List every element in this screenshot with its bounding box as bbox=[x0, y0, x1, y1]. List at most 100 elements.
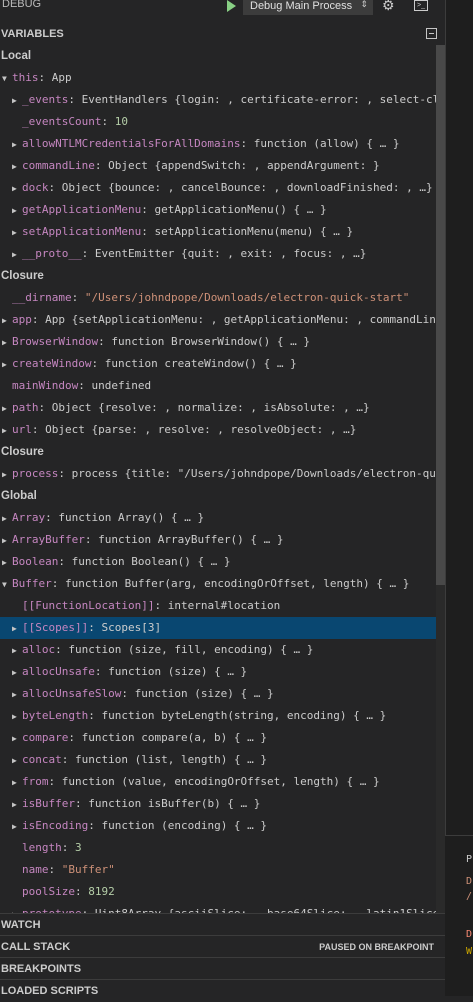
variable-name: [[Scopes]] bbox=[22, 621, 89, 634]
separator: : bbox=[38, 71, 52, 84]
variable-value: function Boolean() { … } bbox=[71, 555, 231, 568]
collapsed-twisty-icon[interactable]: ▶ bbox=[12, 750, 22, 771]
variable-row[interactable]: ▶ app: App {setApplicationMenu: , getAppl… bbox=[0, 309, 437, 331]
variable-row[interactable]: ▶ path: Object {resolve: , normalize: , i… bbox=[0, 397, 437, 419]
variable-row[interactable]: length: 3 bbox=[0, 837, 445, 859]
variable-row[interactable]: ▶ setApplicationMenu: setApplicationMenu(… bbox=[0, 221, 445, 243]
variable-row[interactable]: ▶ allocUnsafe: function (size) { … } bbox=[0, 661, 445, 683]
variable-row[interactable]: ▶ isEncoding: function (encoding) { … } bbox=[0, 815, 445, 837]
variable-row[interactable]: ▼ Buffer: function Buffer(arg, encodingOr… bbox=[0, 573, 437, 595]
launch-config-select[interactable]: Debug Main Process ⇕ bbox=[243, 0, 373, 15]
variable-row[interactable]: ▶ _events: EventHandlers {login: , certif… bbox=[0, 89, 445, 111]
collapsed-twisty-icon[interactable]: ▶ bbox=[12, 200, 22, 221]
expanded-twisty-icon[interactable]: ▼ bbox=[2, 574, 12, 595]
collapsed-twisty-icon[interactable]: ▶ bbox=[12, 618, 22, 639]
collapsed-twisty-icon[interactable]: ▶ bbox=[12, 640, 22, 661]
variables-section-header[interactable]: VARIABLES bbox=[0, 23, 445, 45]
variable-row[interactable]: ▶ BrowserWindow: function BrowserWindow()… bbox=[0, 331, 437, 353]
separator: : bbox=[141, 203, 155, 216]
loaded-scripts-section-header[interactable]: LOADED SCRIPTS bbox=[0, 979, 445, 997]
variable-row[interactable]: __dirname: "/Users/johndpope/Downloads/e… bbox=[0, 287, 437, 309]
variable-value: function byteLength(string, encoding) { … bbox=[101, 709, 387, 722]
variable-name: Array bbox=[12, 511, 46, 524]
variable-value: function BrowserWindow() { … } bbox=[111, 335, 311, 348]
scope-label: Closure bbox=[1, 270, 44, 282]
collapsed-twisty-icon[interactable]: ▶ bbox=[2, 530, 12, 551]
variable-row[interactable]: ▶ url: Object {parse: , resolve: , resolv… bbox=[0, 419, 437, 441]
variables-scrollbar[interactable] bbox=[436, 45, 445, 913]
variable-row[interactable]: ▶ dock: Object {bounce: , cancelBounce: ,… bbox=[0, 177, 445, 199]
watch-section-header[interactable]: WATCH bbox=[0, 913, 445, 935]
paused-status: PAUSED ON BREAKPOINT bbox=[319, 942, 434, 952]
variable-row[interactable]: ▶ getApplicationMenu: getApplicationMenu(… bbox=[0, 199, 445, 221]
console-line: D bbox=[466, 876, 473, 887]
variable-row[interactable]: ▶ allocUnsafeSlow: function (size) { … } bbox=[0, 683, 445, 705]
collapse-all-icon[interactable] bbox=[426, 28, 437, 39]
variable-name: createWindow bbox=[12, 357, 92, 370]
scope-header[interactable]: Local bbox=[0, 45, 436, 67]
variable-row[interactable]: name: "Buffer" bbox=[0, 859, 445, 881]
variable-row[interactable]: ▶ [[Scopes]]: Scopes[3] bbox=[0, 617, 445, 639]
variable-row[interactable]: ▶ alloc: function (size, fill, encoding) … bbox=[0, 639, 445, 661]
scroll-thumb[interactable] bbox=[436, 45, 445, 585]
collapsed-twisty-icon[interactable]: ▶ bbox=[12, 772, 22, 793]
collapsed-twisty-icon[interactable]: ▶ bbox=[2, 332, 12, 353]
variable-row[interactable]: ▶ compare: function compare(a, b) { … } bbox=[0, 727, 445, 749]
collapsed-twisty-icon[interactable]: ▶ bbox=[12, 706, 22, 727]
collapsed-twisty-icon[interactable]: ▶ bbox=[12, 134, 22, 155]
collapsed-twisty-icon[interactable]: ▶ bbox=[2, 552, 12, 573]
variable-row[interactable]: ▶ __proto__: EventEmitter {quit: , exit: … bbox=[0, 243, 445, 265]
variable-name: process bbox=[12, 467, 59, 480]
variable-row[interactable]: ▶ Array: function Array() { … } bbox=[0, 507, 437, 529]
expanded-twisty-icon[interactable]: ▼ bbox=[2, 68, 12, 89]
variable-name: length bbox=[22, 841, 62, 854]
collapsed-twisty-icon[interactable]: ▶ bbox=[2, 398, 12, 419]
variable-row[interactable]: ▶prototype: Uint8Array {asciiSlice: , ba… bbox=[0, 903, 445, 913]
collapsed-twisty-icon[interactable]: ▶ bbox=[12, 222, 22, 243]
variable-row[interactable]: [[FunctionLocation]]: internal#location bbox=[0, 595, 445, 617]
variable-row[interactable]: ▼ this: App bbox=[0, 67, 437, 89]
variable-row[interactable]: ▶ Boolean: function Boolean() { … } bbox=[0, 551, 437, 573]
collapsed-twisty-icon[interactable]: ▶ bbox=[12, 794, 22, 815]
variable-row[interactable]: ▶ byteLength: function byteLength(string,… bbox=[0, 705, 445, 727]
variable-value: function Buffer(arg, encodingOrOffset, l… bbox=[65, 577, 410, 590]
scope-header[interactable]: Closure bbox=[0, 441, 436, 463]
variable-row[interactable]: poolSize: 8192 bbox=[0, 881, 445, 903]
scope-header[interactable]: Closure bbox=[0, 265, 436, 287]
collapsed-twisty-icon[interactable]: ▶ bbox=[2, 354, 12, 375]
variable-name: dock bbox=[22, 181, 49, 194]
gear-icon[interactable]: ⚙ bbox=[382, 0, 395, 14]
breakpoints-section-header[interactable]: BREAKPOINTS bbox=[0, 957, 445, 979]
variable-row[interactable]: ▶ createWindow: function createWindow() {… bbox=[0, 353, 437, 375]
collapsed-twisty-icon[interactable]: ▶ bbox=[2, 420, 12, 441]
separator: : bbox=[61, 841, 75, 854]
collapsed-twisty-icon[interactable]: ▶ bbox=[2, 508, 12, 529]
collapsed-twisty-icon[interactable]: ▶ bbox=[2, 310, 12, 331]
variable-value: App bbox=[51, 71, 72, 84]
variable-row[interactable]: _eventsCount: 10 bbox=[0, 111, 445, 133]
collapsed-twisty-icon[interactable]: ▶ bbox=[12, 244, 22, 265]
scope-label: Closure bbox=[1, 446, 44, 458]
collapsed-twisty-icon[interactable]: ▶ bbox=[12, 728, 22, 749]
collapsed-twisty-icon[interactable]: ▶ bbox=[2, 464, 12, 485]
console-icon[interactable]: >_ bbox=[414, 0, 428, 11]
collapsed-twisty-icon[interactable]: ▶ bbox=[12, 662, 22, 683]
scope-header[interactable]: Global bbox=[0, 485, 436, 507]
variable-row[interactable]: mainWindow: undefined bbox=[0, 375, 437, 397]
separator: : bbox=[84, 533, 99, 546]
variable-row[interactable]: ▶ commandLine: Object {appendSwitch: , ap… bbox=[0, 155, 445, 177]
variable-row[interactable]: ▶ process: process {title: "/Users/johndp… bbox=[0, 463, 437, 485]
collapsed-twisty-icon[interactable]: ▶ bbox=[12, 156, 22, 177]
collapsed-twisty-icon[interactable]: ▶ bbox=[12, 904, 22, 913]
collapsed-twisty-icon[interactable]: ▶ bbox=[12, 90, 22, 111]
collapsed-twisty-icon[interactable]: ▶ bbox=[12, 816, 22, 837]
variable-row[interactable]: ▶ ArrayBuffer: function ArrayBuffer() { …… bbox=[0, 529, 437, 551]
play-icon[interactable] bbox=[227, 0, 236, 12]
call-stack-section-header[interactable]: CALL STACK PAUSED ON BREAKPOINT bbox=[0, 935, 445, 957]
collapsed-twisty-icon[interactable]: ▶ bbox=[12, 684, 22, 705]
variable-row[interactable]: ▶ from: function (value, encodingOrOffset… bbox=[0, 771, 445, 793]
variable-row[interactable]: ▶ allowNTLMCredentialsForAllDomains: func… bbox=[0, 133, 445, 155]
collapsed-twisty-icon[interactable]: ▶ bbox=[12, 178, 22, 199]
variable-row[interactable]: ▶ isBuffer: function isBuffer(b) { … } bbox=[0, 793, 445, 815]
variable-row[interactable]: ▶ concat: function (list, length) { … } bbox=[0, 749, 445, 771]
